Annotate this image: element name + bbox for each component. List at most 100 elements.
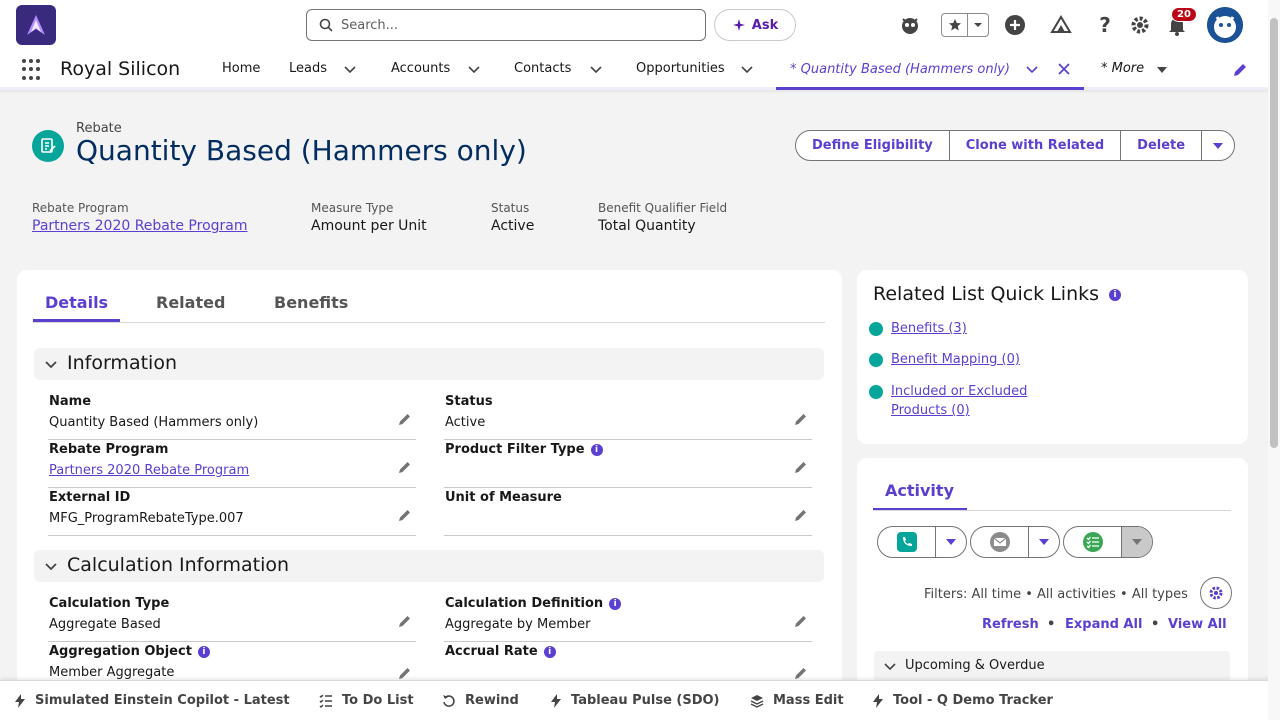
edit-nav-icon[interactable] [1232, 62, 1248, 78]
nav-item-leads[interactable]: Leads [289, 61, 327, 76]
utility-q-demo-tracker[interactable]: Tool - Q Demo Tracker [872, 693, 1053, 708]
call-icon [896, 532, 917, 552]
chevron-down-icon[interactable] [968, 14, 988, 36]
info-icon[interactable]: i [1109, 288, 1122, 301]
field-label: Accrual Rate i [445, 644, 556, 659]
utility-tableau-pulse[interactable]: Tableau Pulse (SDO) [550, 693, 720, 708]
section-information[interactable]: Information [34, 348, 824, 380]
pencil-icon[interactable] [794, 614, 808, 628]
tab-activity[interactable]: Activity [873, 474, 967, 511]
highlight-label: Benefit Qualifier Field [598, 201, 728, 215]
star-icon[interactable] [942, 14, 968, 36]
nav-more[interactable]: * More [1101, 61, 1144, 76]
define-eligibility-button[interactable]: Define Eligibility [795, 130, 950, 161]
field-value: Active [445, 415, 486, 430]
nav-item-accounts[interactable]: Accounts [391, 61, 450, 76]
highlight-benefit-qualifier: Benefit Qualifier Field Total Quantity [598, 201, 727, 234]
utility-rewind[interactable]: Rewind [442, 693, 519, 708]
field-product-filter-type: Product Filter Type i [444, 442, 812, 488]
info-icon[interactable]: i [543, 645, 556, 658]
caret-down-icon[interactable] [1156, 65, 1168, 75]
task-button-group [1063, 526, 1153, 558]
page-scrollbar[interactable] [1268, 0, 1280, 720]
separator-dot: • [1151, 617, 1160, 632]
upcoming-overdue-section[interactable]: Upcoming & Overdue [874, 651, 1230, 681]
nav-item-opportunities[interactable]: Opportunities [636, 61, 725, 76]
record-actions: Define Eligibility Clone with Related De… [795, 130, 1236, 161]
search-input[interactable] [341, 17, 681, 33]
log-call-dropdown[interactable] [936, 527, 966, 557]
close-icon[interactable] [1058, 63, 1070, 75]
included-excluded-list-icon [869, 385, 883, 399]
field-calculation-definition: Calculation Definition i Aggregate by Mem… [444, 596, 812, 642]
chevron-down-icon[interactable] [1026, 63, 1038, 75]
scrollbar-thumb[interactable] [1270, 18, 1278, 448]
quick-link-benefits[interactable]: Benefits (3) [891, 319, 967, 338]
field-label: Product Filter Type i [445, 442, 603, 457]
avatar[interactable] [1207, 7, 1243, 43]
task-dropdown[interactable] [1122, 527, 1152, 557]
email-dropdown[interactable] [1029, 527, 1059, 557]
expand-all-link[interactable]: Expand All [1065, 617, 1142, 632]
pencil-icon[interactable] [398, 412, 412, 426]
refresh-link[interactable]: Refresh [982, 617, 1039, 632]
caret-down-icon [1132, 539, 1142, 545]
pencil-icon[interactable] [794, 460, 808, 474]
clone-with-related-button[interactable]: Clone with Related [948, 130, 1122, 161]
quick-link-benefit-mapping[interactable]: Benefit Mapping (0) [891, 350, 1020, 369]
utility-mass-edit[interactable]: Mass Edit [750, 693, 844, 708]
app-logo[interactable] [16, 5, 56, 45]
app-launcher-icon[interactable] [22, 59, 44, 81]
pencil-icon[interactable] [794, 666, 808, 680]
email-button[interactable] [971, 527, 1029, 557]
quick-link-included-excluded-cont[interactable]: Products (0) [891, 401, 970, 420]
tab-related[interactable]: Related [156, 293, 225, 312]
tab-benefits[interactable]: Benefits [274, 293, 348, 312]
view-all-link[interactable]: View All [1168, 617, 1227, 632]
pencil-icon[interactable] [398, 508, 412, 522]
quick-link-included-excluded[interactable]: Included or Excluded [891, 382, 1027, 401]
add-icon[interactable] [1002, 12, 1028, 38]
highlight-measure-type: Measure Type Amount per Unit [311, 201, 427, 234]
search-icon [319, 18, 333, 32]
pencil-icon[interactable] [398, 460, 412, 474]
pencil-icon[interactable] [794, 508, 808, 522]
pencil-icon[interactable] [794, 412, 808, 426]
field-label: Calculation Type [49, 596, 170, 611]
delete-button[interactable]: Delete [1120, 130, 1203, 161]
nav-item-home[interactable]: Home [222, 61, 260, 76]
rebate-program-value-link[interactable]: Partners 2020 Rebate Program [49, 463, 249, 478]
highlight-label: Status [491, 201, 530, 215]
utility-todo-list[interactable]: To Do List [319, 693, 414, 708]
highlight-label: Measure Type [311, 201, 394, 215]
tab-details[interactable]: Details [45, 293, 108, 312]
chevron-down-icon[interactable] [468, 63, 480, 75]
help-icon[interactable]: ? [1092, 12, 1118, 38]
chevron-down-icon[interactable] [741, 63, 753, 75]
nav-item-contacts[interactable]: Contacts [514, 61, 571, 76]
pencil-icon[interactable] [398, 666, 412, 680]
new-task-button[interactable] [1064, 527, 1122, 557]
einstein-icon[interactable] [897, 12, 923, 38]
section-calculation-information[interactable]: Calculation Information [34, 550, 824, 582]
chevron-down-icon[interactable] [590, 63, 602, 75]
more-actions-button[interactable] [1201, 130, 1236, 161]
chevron-down-icon[interactable] [344, 63, 356, 75]
info-icon[interactable]: i [609, 597, 622, 610]
field-calculation-type: Calculation Type Aggregate Based [48, 596, 416, 642]
rewind-icon [443, 694, 455, 707]
log-call-button[interactable] [878, 527, 936, 557]
info-icon[interactable]: i [197, 645, 210, 658]
gear-icon[interactable] [1127, 12, 1153, 38]
global-search[interactable] [306, 9, 706, 41]
pencil-icon[interactable] [398, 614, 412, 628]
info-icon[interactable]: i [590, 443, 603, 456]
stack-icon [750, 694, 764, 708]
nav-tab-active-record[interactable]: * Quantity Based (Hammers only) [776, 50, 1084, 90]
trailhead-icon[interactable] [1048, 12, 1074, 38]
ask-button[interactable]: Ask [714, 9, 796, 41]
utility-einstein-copilot[interactable]: Simulated Einstein Copilot - Latest [14, 693, 290, 708]
activity-settings-button[interactable] [1200, 577, 1232, 609]
activity-filters: Filters: All time • All activities • All… [924, 587, 1188, 602]
rebate-program-link[interactable]: Partners 2020 Rebate Program [32, 218, 248, 234]
